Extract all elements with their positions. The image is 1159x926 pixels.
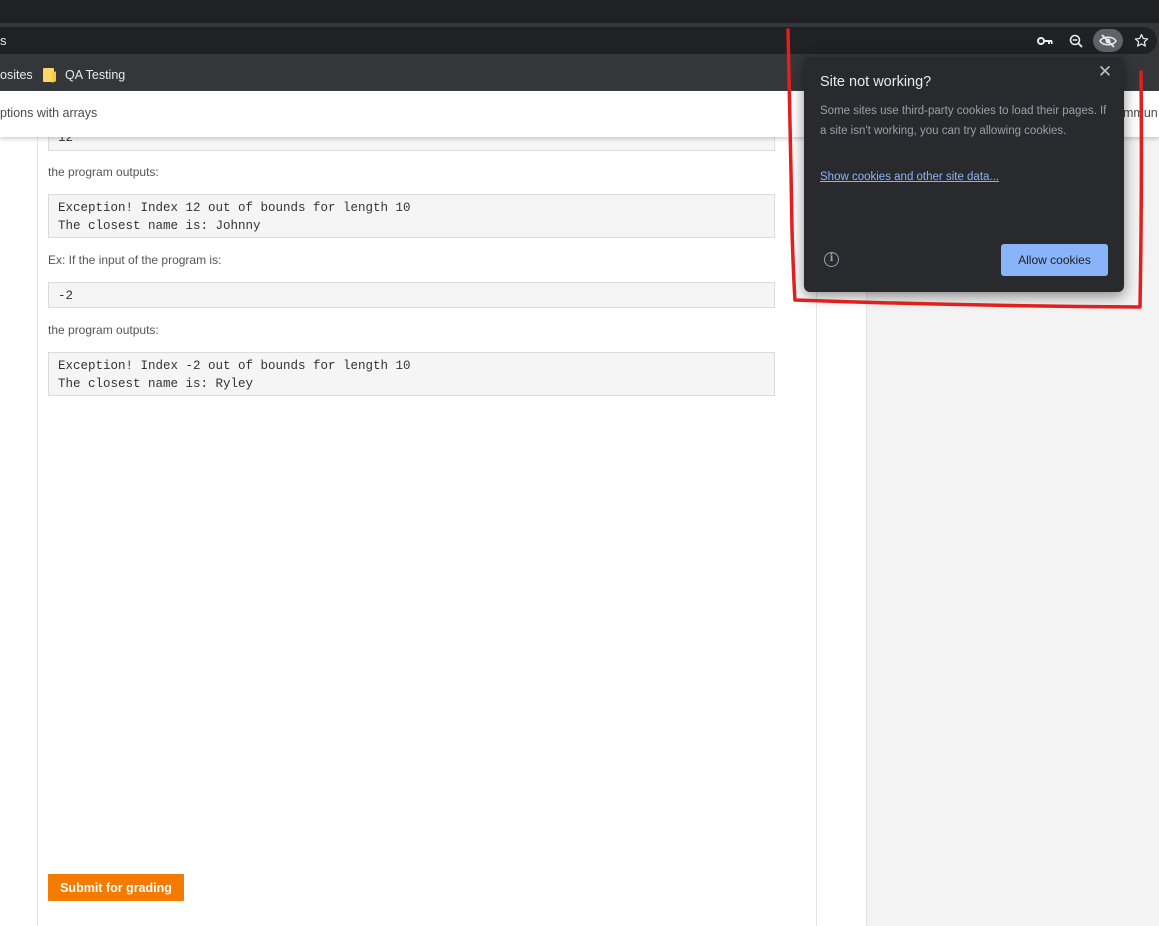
close-icon[interactable]: ✕ [1096, 63, 1114, 81]
code-input-2: -2 [48, 282, 775, 308]
key-icon[interactable] [1032, 27, 1058, 54]
code-output-2: Exception! Index -2 out of bounds for le… [48, 352, 775, 396]
zoom-out-icon[interactable] [1063, 27, 1089, 54]
bookmark-label: QA Testing [65, 67, 126, 82]
page-title: ptions with arrays [0, 106, 98, 120]
toolbar: s [0, 23, 1159, 58]
show-cookies-link[interactable]: Show cookies and other site data... [820, 171, 999, 183]
community-link[interactable]: mmun [1123, 106, 1159, 120]
example-label: Ex: If the input of the program is: [48, 253, 222, 267]
url-text: s [0, 33, 7, 48]
folder-icon [43, 67, 54, 82]
allow-cookies-button[interactable]: Allow cookies [1001, 244, 1108, 276]
tab-strip [0, 0, 1159, 23]
outputs-label: the program outputs: [48, 323, 159, 337]
address-bar[interactable]: s [0, 27, 1157, 54]
popup-description: Some sites use third-party cookies to lo… [820, 105, 1107, 137]
bookmark-folder-qa-testing[interactable]: QA Testing [43, 66, 125, 83]
submit-button[interactable]: Submit for grading [48, 874, 184, 901]
cookie-popup: Site not working? ✕ Some sites use third… [804, 57, 1124, 292]
bookmark-sites[interactable]: osites [0, 66, 33, 83]
popup-title: Site not working? [820, 74, 932, 90]
eye-off-icon[interactable] [1093, 29, 1123, 52]
star-icon[interactable] [1128, 27, 1154, 54]
bookmark-label: osites [0, 67, 33, 82]
info-icon[interactable]: i [824, 252, 839, 267]
code-output-1: Exception! Index 12 out of bounds for le… [48, 194, 775, 238]
outputs-label: the program outputs: [48, 165, 159, 179]
